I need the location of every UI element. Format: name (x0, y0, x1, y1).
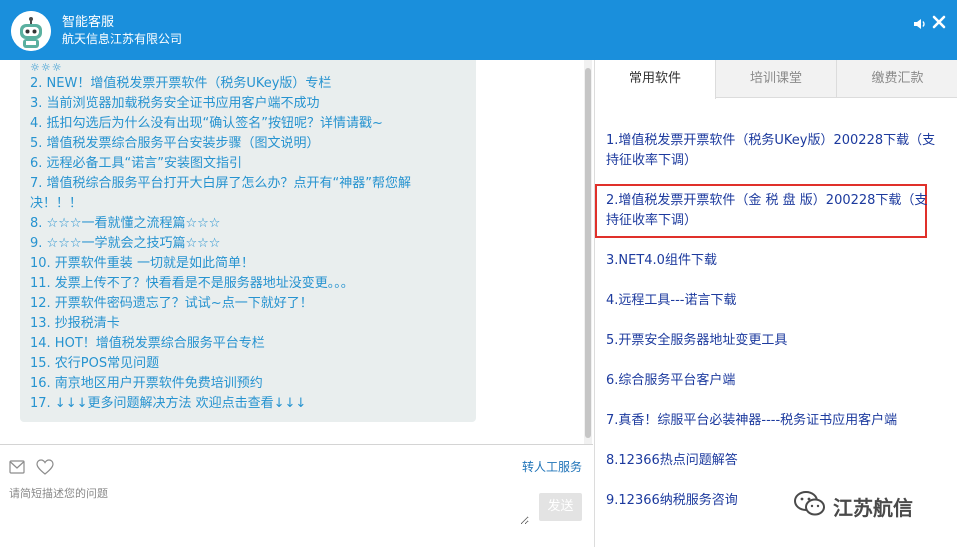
software-link[interactable]: 4.远程工具---诺言下载 (606, 291, 936, 311)
header: 智能客服 航天信息江苏有限公司 (0, 0, 957, 60)
faq-link[interactable]: 16. 南京地区用户开票软件免费培训预约 (30, 374, 476, 394)
watermark: 江苏航信 (793, 489, 913, 523)
faq-link[interactable]: 2. NEW！增值税发票开票软件（税务UKey版）专栏 (30, 74, 476, 94)
close-icon[interactable] (931, 14, 947, 30)
software-panel: 常用软件 培训课堂 缴费汇款 1.增值税发票开票软件（税务UKey版）20022… (594, 60, 957, 547)
faq-link[interactable]: 8. ☆☆☆一看就懂之流程篇☆☆☆ (30, 214, 476, 234)
wechat-icon (793, 490, 827, 522)
software-link[interactable]: 3.NET4.0组件下载 (606, 251, 936, 271)
heart-icon[interactable] (36, 459, 54, 475)
transfer-to-human-link[interactable]: 转人工服务 (522, 458, 582, 475)
tab-payment[interactable]: 缴费汇款 (837, 60, 957, 98)
company-name: 航天信息江苏有限公司 (62, 32, 183, 46)
faq-link[interactable]: 14. HOT！增值税发票综合服务平台专栏 (30, 334, 476, 354)
message-input[interactable] (9, 485, 529, 525)
chat-scrollbar-thumb[interactable] (585, 68, 591, 438)
software-link[interactable]: 2.增值税发票开票软件（金 税 盘 版）200228下载（支持征收率下调） (606, 191, 936, 231)
faq-link[interactable]: 7. 增值税综合服务平台打开大白屏了怎么办？点开有“神器”帮您解 (30, 174, 476, 194)
faq-link[interactable]: 3. 当前浏览器加载税务安全证书应用客户端不成功 (30, 94, 476, 114)
faq-link[interactable]: 4. 抵扣勾选后为什么没有出现“确认签名”按钮呢？详情请戳~ (30, 114, 476, 134)
speaker-icon[interactable] (913, 16, 927, 30)
window-title: 智能客服 (62, 15, 115, 30)
software-link[interactable]: 7.真香！综服平台必装神器----税务证书应用客户端 (606, 411, 936, 431)
software-link[interactable]: 5.开票安全服务器地址变更工具 (606, 331, 936, 351)
robot-avatar-icon (11, 11, 51, 51)
software-link[interactable]: 8.12366热点问题解答 (606, 451, 936, 471)
faq-link[interactable]: 5. 增值税发票综合服务平台安装步骤（图文说明） (30, 134, 476, 154)
panel-tabs: 常用软件 培训课堂 缴费汇款 (595, 60, 957, 99)
tab-common-software[interactable]: 常用软件 (595, 60, 716, 99)
faq-link[interactable]: 决！！！ (30, 194, 476, 214)
tab-training[interactable]: 培训课堂 (716, 60, 837, 98)
faq-link[interactable]: 17. ↓↓↓更多问题解决方法 欢迎点击查看↓↓↓ (30, 394, 476, 414)
faq-link[interactable]: 6. 远程必备工具“诺言”安装图文指引 (30, 154, 476, 174)
chat-history[interactable]: ☼☼☼ 2. NEW！增值税发票开票软件（税务UKey版）专栏 3. 当前浏览器… (0, 60, 593, 444)
faq-link[interactable]: 15. 农行POS常见问题 (30, 354, 476, 374)
faq-link[interactable]: 12. 开票软件密码遗忘了？试试~点一下就好了！ (30, 294, 476, 314)
mail-icon[interactable] (9, 459, 25, 474)
software-link[interactable]: 1.增值税发票开票软件（税务UKey版）200228下载（支持征收率下调） (606, 131, 936, 171)
faq-message-bubble: ☼☼☼ 2. NEW！增值税发票开票软件（税务UKey版）专栏 3. 当前浏览器… (20, 60, 476, 422)
faq-link[interactable]: 9. ☆☆☆一学就会之技巧篇☆☆☆ (30, 234, 476, 254)
faq-link[interactable]: 13. 抄报税清卡 (30, 314, 476, 334)
message-composer: 转人工服务 发送 (0, 445, 593, 547)
watermark-text: 江苏航信 (833, 495, 913, 520)
faq-link[interactable]: 10. 开票软件重装 一切就是如此简单！ (30, 254, 476, 274)
faq-link[interactable]: 11. 发票上传不了？快看看是不是服务器地址没变更。。。 (30, 274, 476, 294)
faq-decoration: ☼☼☼ (30, 61, 63, 74)
software-link[interactable]: 6.综合服务平台客户端 (606, 371, 936, 391)
send-button[interactable]: 发送 (539, 493, 582, 521)
